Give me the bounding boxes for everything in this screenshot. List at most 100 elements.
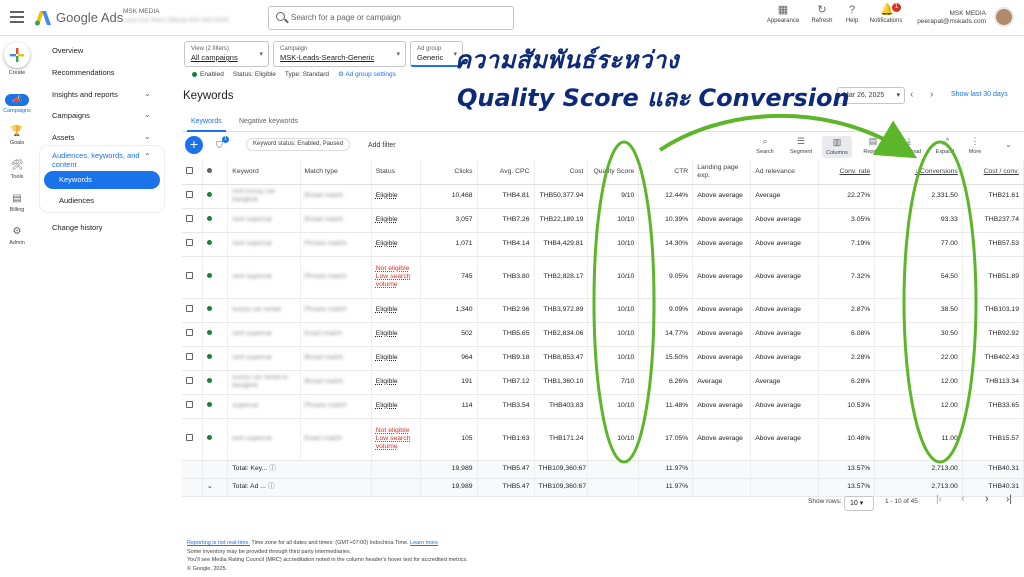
col-ctr[interactable]: CTR xyxy=(638,160,694,185)
add-filter-button[interactable]: Add filter xyxy=(368,142,396,149)
nav-recommendations[interactable]: Recommendations xyxy=(52,68,115,77)
enabled-status-dot[interactable] xyxy=(206,435,212,440)
help-icon[interactable]: ⓘ xyxy=(268,483,275,490)
last-page-icon[interactable]: ›| xyxy=(1006,494,1012,505)
col-status[interactable]: Status xyxy=(371,160,421,185)
menu-icon[interactable] xyxy=(10,11,24,23)
table-row[interactable]: luxury car rental Phrase match Eligible 1,3… xyxy=(182,298,1024,323)
nav-insights[interactable]: Insights and reports xyxy=(52,90,118,99)
avatar[interactable] xyxy=(994,7,1014,27)
status-eligible[interactable]: Eligible xyxy=(376,402,398,409)
enabled-status-dot[interactable] xyxy=(206,402,212,407)
keyword-text[interactable]: rent luxury car bangkok xyxy=(232,188,275,203)
rows-per-page-select[interactable]: 10 ▾ xyxy=(844,496,874,511)
enabled-status-dot[interactable] xyxy=(206,216,212,221)
keyword-text[interactable]: rent supercar xyxy=(232,273,272,280)
show-last-30-days-link[interactable]: Show last 30 days xyxy=(951,91,1008,98)
nav-assets[interactable]: Assets xyxy=(52,133,75,142)
row-checkbox[interactable] xyxy=(186,329,193,336)
tab-negative-keywords[interactable]: Negative keywords xyxy=(239,118,298,125)
first-page-icon[interactable]: |‹ xyxy=(936,494,942,505)
row-checkbox[interactable] xyxy=(186,353,193,360)
row-checkbox[interactable] xyxy=(186,215,193,222)
toolbar-columns[interactable]: ▥ Columns xyxy=(822,136,852,158)
row-checkbox[interactable] xyxy=(186,434,193,441)
keyword-text[interactable]: rent supercar xyxy=(232,216,272,223)
view-filter[interactable]: View (2 filters) All campaigns ▾ xyxy=(184,41,269,67)
refresh-button[interactable]: ↻ Refresh xyxy=(805,4,839,24)
keyword-text[interactable]: supercar xyxy=(232,402,258,409)
adgroup-settings-link[interactable]: Ad group settings xyxy=(345,71,396,78)
campaign-filter[interactable]: Campaign MSK-Leads-Search-Generic ▾ xyxy=(273,41,406,67)
table-row[interactable]: rent supercar Exact match Eligible 502 THB5.… xyxy=(182,322,1024,347)
enabled-status-dot[interactable] xyxy=(206,240,212,245)
col-conversions[interactable]: ↓ Conversions xyxy=(874,160,963,185)
toolbar-reports[interactable]: ▤ Reports xyxy=(858,136,888,155)
appearance-button[interactable]: ▦ Appearance xyxy=(764,4,802,24)
tab-keywords[interactable]: Keywords xyxy=(187,118,226,132)
col-quality-score[interactable]: Quality Score xyxy=(587,160,640,185)
learn-more-link[interactable]: Learn more xyxy=(410,540,438,546)
search-box[interactable]: Search for a page or campaign xyxy=(268,6,514,30)
status-eligible[interactable]: Eligible xyxy=(376,354,398,361)
nav-group-title[interactable]: Audiences, keywords, and content xyxy=(52,151,142,169)
help-button[interactable]: ? Help xyxy=(840,4,864,24)
row-checkbox[interactable] xyxy=(186,272,193,279)
toolbar-segment[interactable]: ☰ Segment xyxy=(786,136,816,155)
status-eligible[interactable]: Eligible xyxy=(376,192,398,199)
user-info[interactable]: MSK MEDIA peerapat@mskads.com xyxy=(917,10,986,26)
status-eligible[interactable]: Eligible xyxy=(376,216,398,223)
chevron-up-icon[interactable]: ⌃ xyxy=(144,152,151,161)
table-row[interactable]: supercar Phrase match Eligible 114 THB3.54 TH… xyxy=(182,394,1024,419)
col-match-type[interactable]: Match type xyxy=(300,160,372,185)
nav-campaigns[interactable]: Campaigns xyxy=(52,111,90,120)
col-keyword[interactable]: Keyword xyxy=(227,160,301,185)
status-not-eligible[interactable]: Not eligible Low search volume xyxy=(376,265,411,288)
chevron-down-icon[interactable]: ⌄ xyxy=(1005,140,1012,149)
keyword-status-chip[interactable]: Keyword status: Enabled, Paused xyxy=(246,138,351,151)
status-eligible[interactable]: Eligible xyxy=(376,330,398,337)
col-ad-relevance[interactable]: Ad relevance xyxy=(750,160,820,185)
prev-page-icon[interactable]: ‹ xyxy=(961,493,965,505)
row-checkbox[interactable] xyxy=(186,377,193,384)
toolbar-download[interactable]: ⤓ Download xyxy=(894,136,924,155)
rail-billing[interactable]: ▤ Billing xyxy=(0,193,34,213)
col-avg-cpc[interactable]: Avg. CPC xyxy=(477,160,535,185)
status-eligible[interactable]: Eligible xyxy=(376,306,398,313)
row-checkbox[interactable] xyxy=(186,239,193,246)
enabled-status-dot[interactable] xyxy=(206,330,212,335)
chevron-down-icon[interactable]: ⌄ xyxy=(207,483,213,490)
chevron-right-icon[interactable]: › xyxy=(930,89,933,100)
table-row[interactable]: rent luxury car bangkok Broad match Eligib… xyxy=(182,184,1024,209)
table-row[interactable]: rent supercar Broad match Eligible 3,057 THB… xyxy=(182,208,1024,233)
col-clicks[interactable]: Clicks xyxy=(420,160,478,185)
nav-audiences[interactable]: Audiences xyxy=(59,196,94,205)
keyword-text[interactable]: rent supercar xyxy=(232,435,272,442)
row-checkbox[interactable] xyxy=(186,305,193,312)
col-cost[interactable]: Cost xyxy=(534,160,589,185)
keyword-text[interactable]: rent supercar xyxy=(232,240,272,247)
toolbar-search[interactable]: ⌕ Search xyxy=(750,136,780,155)
nav-overview[interactable]: Overview xyxy=(52,46,83,55)
nav-change-history[interactable]: Change history xyxy=(52,223,102,232)
col-cost-per-conv[interactable]: Cost / conv. xyxy=(962,160,1024,185)
keyword-text[interactable]: luxury car rental xyxy=(232,306,280,313)
next-page-icon[interactable]: › xyxy=(985,493,989,505)
nav-keywords[interactable]: Keywords xyxy=(44,171,160,189)
rail-goals[interactable]: 🏆 Goals xyxy=(0,126,34,146)
table-row[interactable]: rent supercar Phrase match Eligible 1,071 TH… xyxy=(182,232,1024,257)
status-eligible[interactable]: Eligible xyxy=(376,378,398,385)
table-row[interactable]: rent supercar Phrase match Not eligible Lo… xyxy=(182,256,1024,299)
enabled-status-dot[interactable] xyxy=(206,354,212,359)
add-keyword-button[interactable]: + xyxy=(185,136,203,154)
row-checkbox[interactable] xyxy=(186,191,193,198)
keyword-text[interactable]: rent supercar xyxy=(232,330,272,337)
chevron-down-icon[interactable]: ⌄ xyxy=(144,89,151,98)
keyword-text[interactable]: rent supercar xyxy=(232,354,272,361)
enabled-status-dot[interactable] xyxy=(206,378,212,383)
table-row[interactable]: luxury car rental in bangkok Broad match E… xyxy=(182,370,1024,395)
account-info[interactable]: MSK MEDIA Luxe Car Rent Official 000-000… xyxy=(123,7,229,25)
select-all-checkbox[interactable] xyxy=(186,166,193,174)
help-icon[interactable]: ⓘ xyxy=(269,465,276,472)
chevron-down-icon[interactable]: ⌄ xyxy=(144,132,151,141)
